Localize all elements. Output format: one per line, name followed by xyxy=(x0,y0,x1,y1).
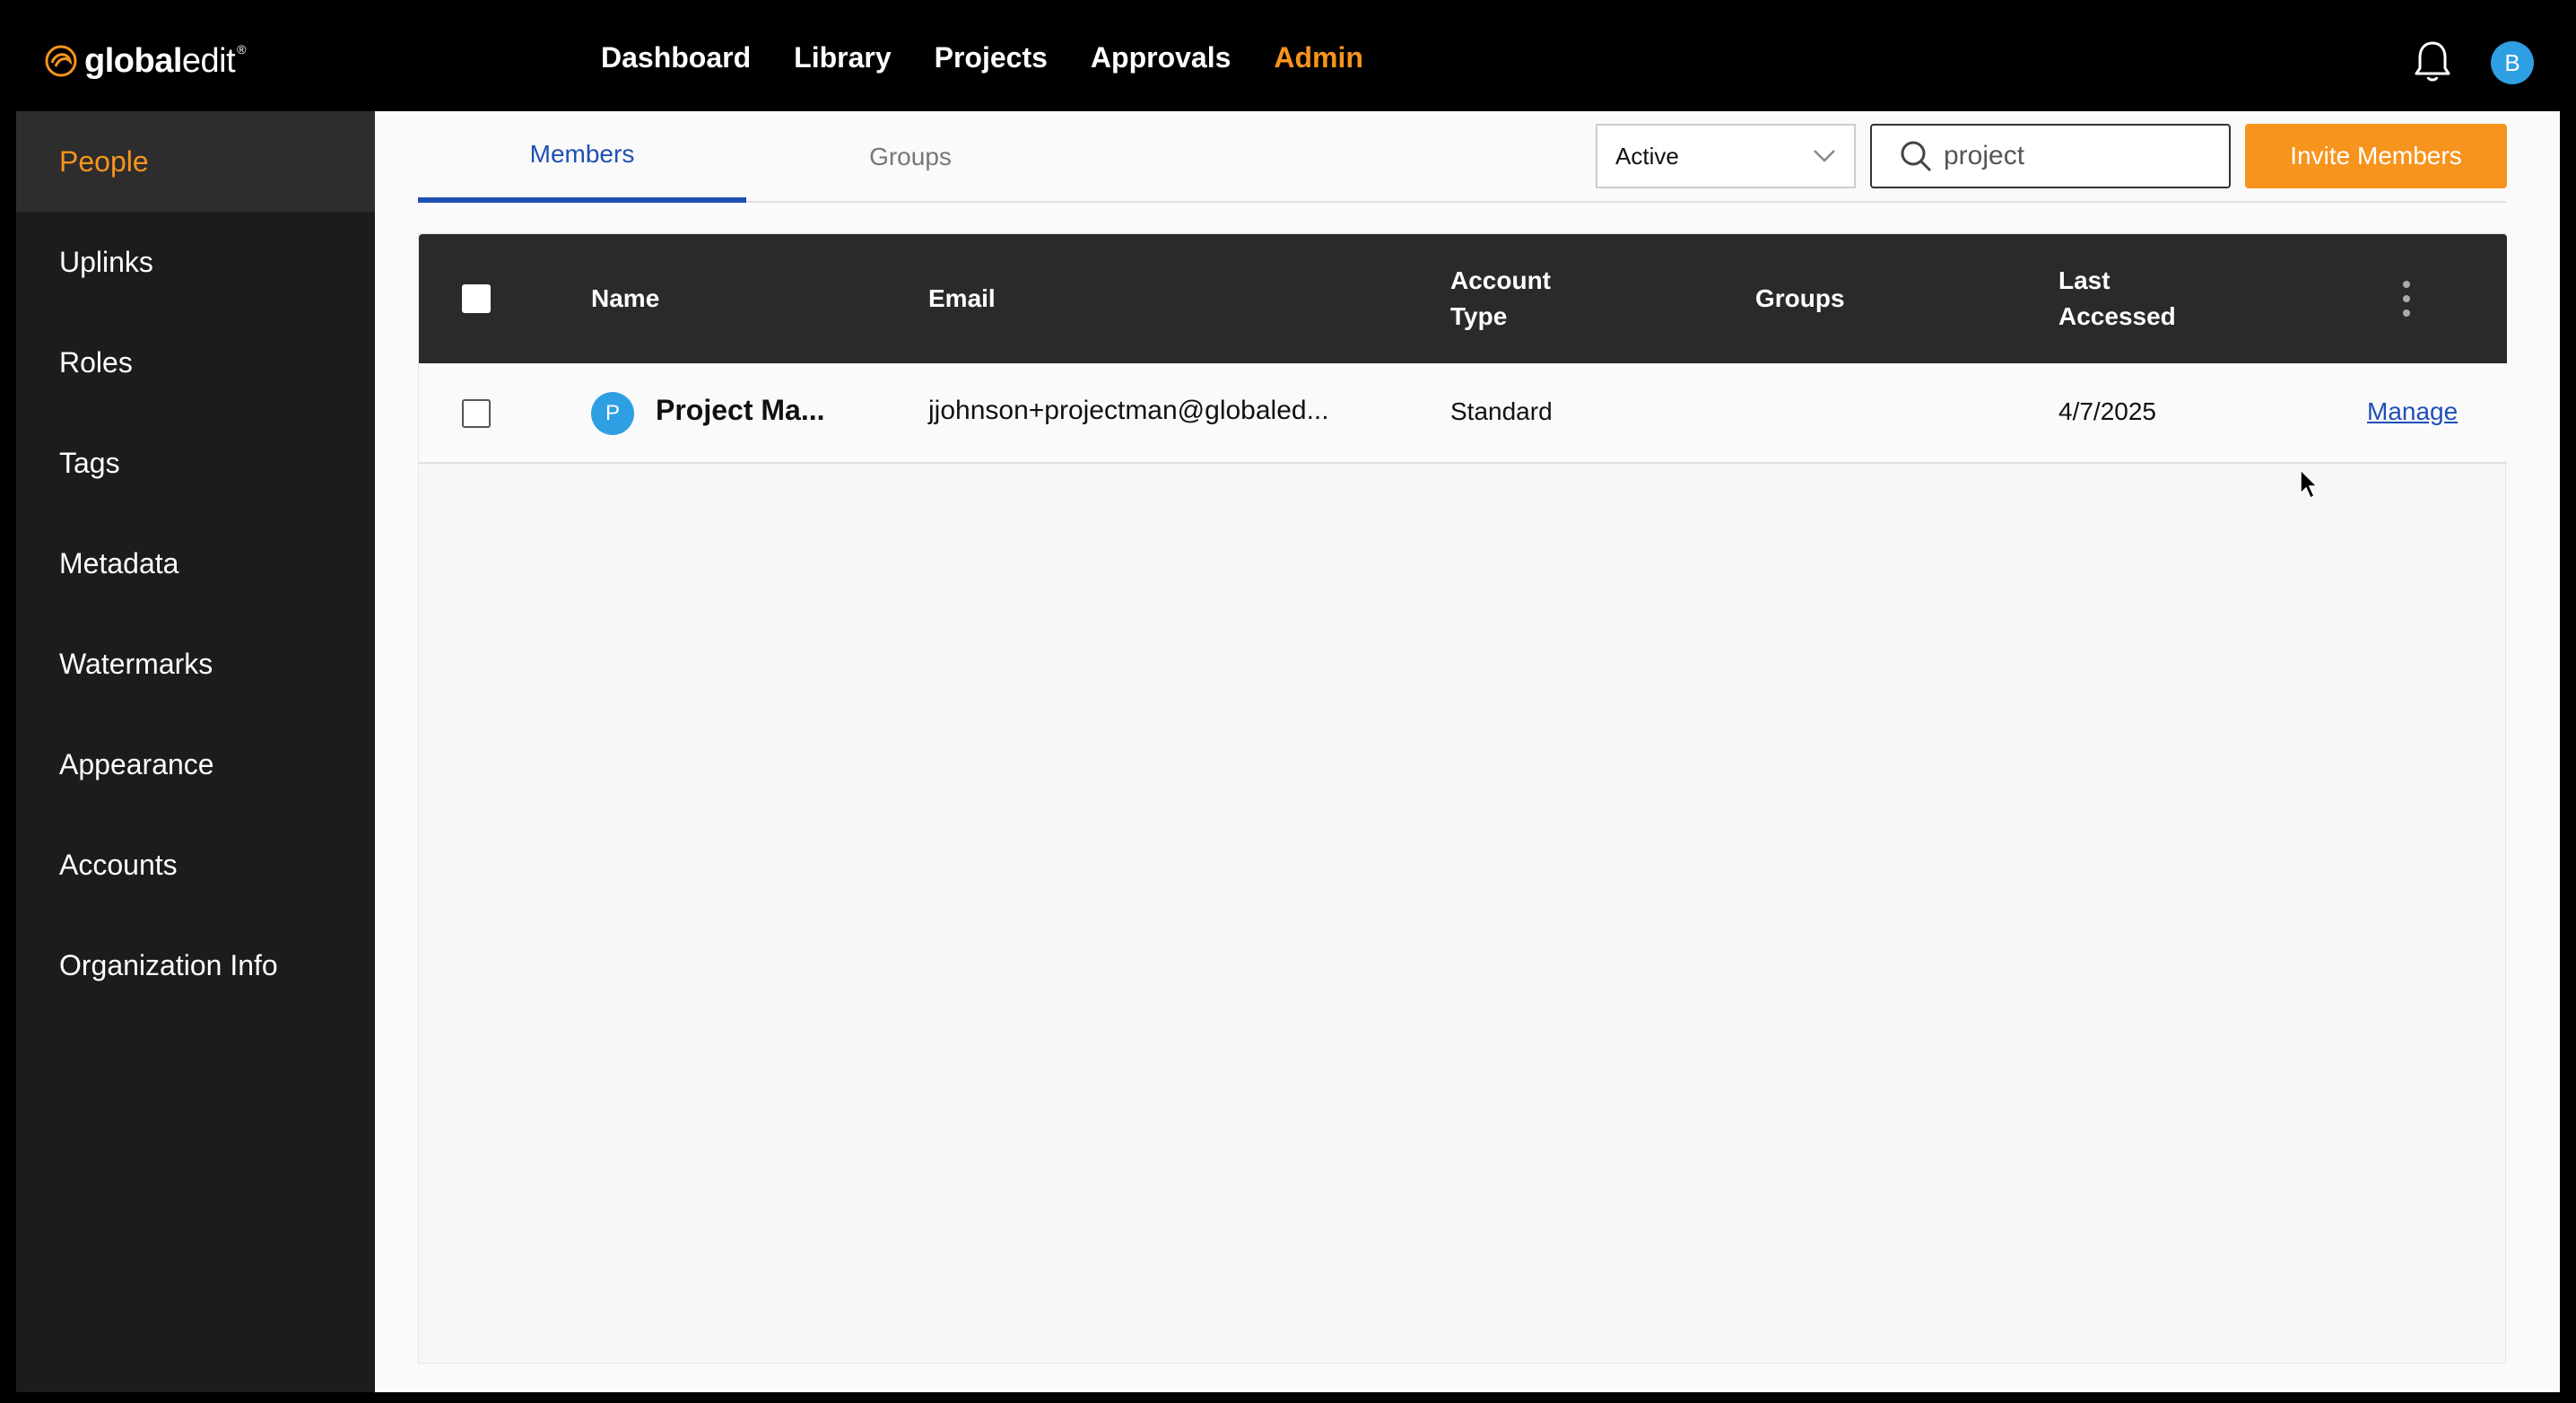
nav-library[interactable]: Library xyxy=(794,41,891,74)
globaledit-logo[interactable]: globaledit ® xyxy=(43,36,246,86)
status-filter-value: Active xyxy=(1615,142,1679,170)
column-header-groups[interactable]: Groups xyxy=(1755,281,1845,317)
select-all-checkbox[interactable] xyxy=(462,284,491,313)
sidebar-item-accounts[interactable]: Accounts xyxy=(16,815,375,915)
main-nav: Dashboard Library Projects Approvals Adm… xyxy=(601,41,1363,74)
sidebar-item-watermarks[interactable]: Watermarks xyxy=(16,614,375,714)
sidebar-item-people[interactable]: People xyxy=(16,111,375,212)
sidebar-item-tags[interactable]: Tags xyxy=(16,413,375,513)
sidebar-item-metadata[interactable]: Metadata xyxy=(16,513,375,614)
member-account-type: Standard xyxy=(1450,397,1553,425)
chevron-down-icon xyxy=(1814,150,1835,162)
column-header-last-accessed-line2: Accessed xyxy=(2058,302,2176,330)
column-header-email[interactable]: Email xyxy=(928,281,996,317)
globaledit-logo-mark-icon xyxy=(45,45,77,77)
table-header: Name Email Account Type Groups Last Acce… xyxy=(419,234,2507,363)
notification-bell-icon[interactable] xyxy=(2413,39,2452,83)
search-field[interactable] xyxy=(1870,124,2231,188)
member-last-accessed: 4/7/2025 xyxy=(2058,397,2156,425)
search-icon xyxy=(1901,141,1932,172)
nav-admin[interactable]: Admin xyxy=(1274,41,1363,74)
manage-member-link[interactable]: Manage xyxy=(2367,397,2458,426)
more-options-icon[interactable] xyxy=(2401,279,2412,318)
nav-projects[interactable]: Projects xyxy=(935,41,1048,74)
row-checkbox[interactable] xyxy=(462,399,491,428)
member-avatar: P xyxy=(591,392,634,435)
mouse-pointer-icon xyxy=(2300,468,2319,500)
sidebar-item-organization-info[interactable]: Organization Info xyxy=(16,915,375,1015)
invite-members-button[interactable]: Invite Members xyxy=(2245,124,2507,188)
column-header-last-accessed[interactable]: Last Accessed xyxy=(2058,263,2176,335)
sidebar-item-uplinks[interactable]: Uplinks xyxy=(16,212,375,312)
user-avatar[interactable]: B xyxy=(2491,41,2534,84)
column-header-account-type-line1: Account xyxy=(1450,266,1551,294)
member-name: Project Ma... xyxy=(656,394,825,426)
sidebar-item-appearance[interactable]: Appearance xyxy=(16,714,375,815)
search-input[interactable] xyxy=(1944,141,2213,171)
members-table: Name Email Account Type Groups Last Acce… xyxy=(418,233,2507,1364)
logo-wordmark: globaledit ® xyxy=(84,41,246,80)
status-filter-select[interactable]: Active xyxy=(1596,124,1856,188)
nav-dashboard[interactable]: Dashboard xyxy=(601,41,751,74)
tab-members[interactable]: Members xyxy=(418,111,746,203)
table-row[interactable]: P Project Ma... jjohnson+projectman@glob… xyxy=(419,363,2507,464)
people-panel: Members Groups Active Invite Members Nam… xyxy=(375,111,2560,1392)
top-navigation-bar: globaledit ® Dashboard Library Projects A… xyxy=(0,0,2576,111)
column-header-account-type[interactable]: Account Type xyxy=(1450,263,1551,335)
sidebar-item-roles[interactable]: Roles xyxy=(16,312,375,413)
admin-sidebar: People Uplinks Roles Tags Metadata Water… xyxy=(16,111,375,1392)
column-header-name[interactable]: Name xyxy=(591,281,659,317)
member-email: jjohnson+projectman@globaled... xyxy=(928,396,1329,425)
nav-approvals[interactable]: Approvals xyxy=(1091,41,1231,74)
tab-groups[interactable]: Groups xyxy=(746,111,1075,203)
column-header-last-accessed-line1: Last xyxy=(2058,266,2110,294)
column-header-account-type-line2: Type xyxy=(1450,302,1508,330)
